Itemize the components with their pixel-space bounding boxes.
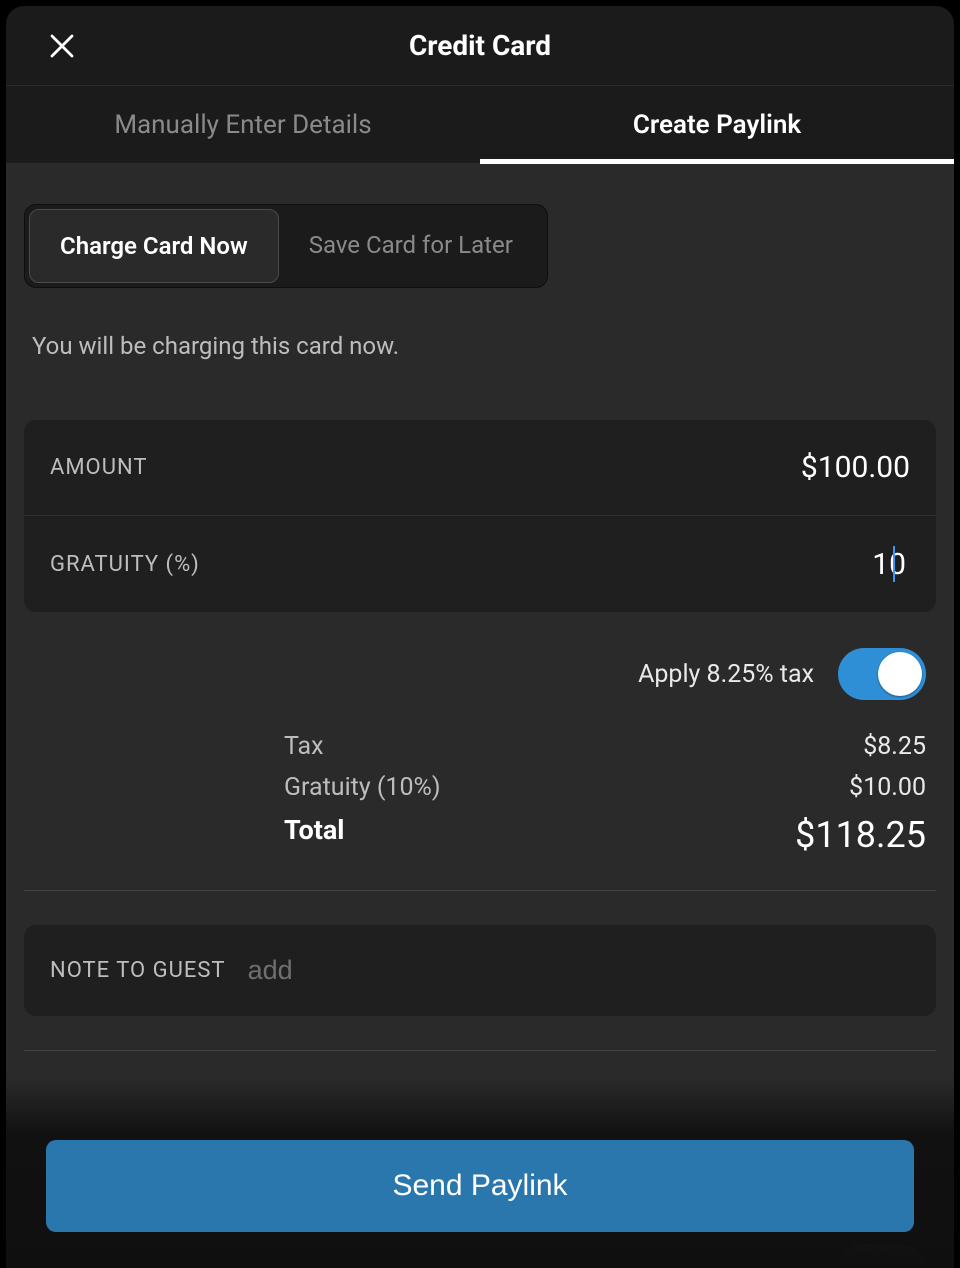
amount-label: AMOUNT (50, 455, 147, 480)
modal-body: Charge Card Now Save Card for Later You … (6, 164, 954, 1268)
summary-tax-label: Tax (284, 732, 324, 761)
summary-tax-row: Tax $8.25 (284, 726, 926, 767)
toggle-knob-icon (878, 652, 922, 696)
summary-gratuity-row: Gratuity (10%) $10.00 (284, 767, 926, 808)
summary-gratuity-value: $10.00 (849, 773, 926, 802)
gratuity-row[interactable]: GRATUITY (%) 10 (24, 515, 936, 612)
tax-row: Apply 8.25% tax (24, 612, 936, 720)
tab-manual-entry[interactable]: Manually Enter Details (6, 86, 480, 163)
close-button[interactable] (42, 26, 82, 66)
charge-summary: Tax $8.25 Gratuity (10%) $10.00 Total $1… (24, 720, 936, 891)
summary-tax-value: $8.25 (863, 732, 926, 761)
send-paylink-button[interactable]: Send Paylink (46, 1140, 914, 1232)
amount-value: $100.00 (801, 450, 910, 485)
divider (24, 1050, 936, 1051)
tab-create-paylink[interactable]: Create Paylink (480, 86, 954, 163)
summary-total-value: $118.25 (795, 814, 926, 856)
note-input[interactable] (248, 955, 910, 986)
segment-save-later[interactable]: Save Card for Later (279, 209, 543, 283)
gratuity-value: 10 (872, 547, 891, 582)
amount-card: AMOUNT $100.00 GRATUITY (%) 10 (24, 420, 936, 612)
summary-gratuity-label: Gratuity (10%) (284, 773, 441, 802)
note-label: NOTE TO GUEST (50, 958, 226, 983)
close-icon (47, 31, 77, 61)
summary-total-label: Total (284, 814, 344, 856)
segment-charge-now[interactable]: Charge Card Now (29, 209, 279, 283)
text-cursor-icon (893, 546, 895, 582)
note-to-guest-row[interactable]: NOTE TO GUEST (24, 925, 936, 1016)
modal-header: Credit Card (6, 6, 954, 86)
charge-mode-segmented: Charge Card Now Save Card for Later (24, 204, 548, 288)
amount-row[interactable]: AMOUNT $100.00 (24, 420, 936, 515)
footer: Send Paylink (6, 1112, 954, 1268)
modal-title: Credit Card (409, 29, 551, 62)
tab-bar: Manually Enter Details Create Paylink (6, 86, 954, 164)
tax-toggle[interactable] (838, 648, 926, 700)
credit-card-modal: Credit Card Manually Enter Details Creat… (6, 6, 954, 1268)
summary-total-row: Total $118.25 (284, 808, 926, 862)
tax-toggle-label: Apply 8.25% tax (638, 660, 814, 689)
helper-text: You will be charging this card now. (24, 332, 936, 360)
gratuity-label: GRATUITY (%) (50, 552, 200, 577)
